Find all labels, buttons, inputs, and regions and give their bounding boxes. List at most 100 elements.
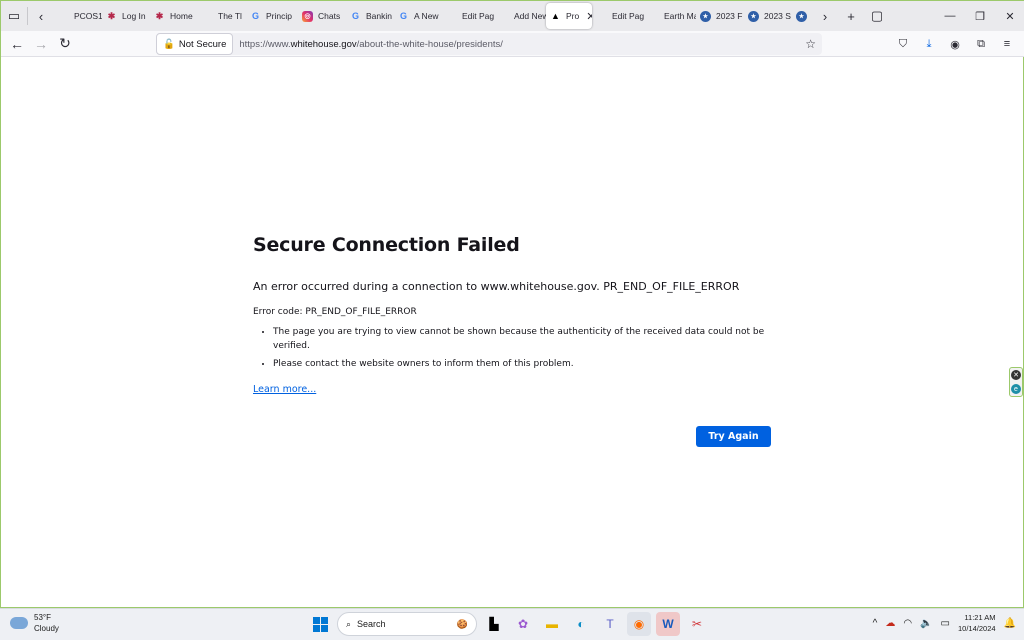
star-logo-icon: ✱ — [155, 10, 164, 21]
tab[interactable]: ◎ Chats — [298, 3, 346, 29]
warning-icon: ▲ — [551, 11, 560, 21]
tab-active[interactable]: ▲ Pro ✕ — [546, 3, 592, 29]
url-bar[interactable]: 🔓 Not Secure https://www.whitehouse.gov/… — [156, 33, 822, 55]
tab-label: Earth Mar — [664, 11, 696, 21]
tab[interactable]: The Tl — [198, 3, 246, 29]
tab-label: 2023 F — [716, 11, 743, 21]
tab[interactable]: ★ 2023 S — [744, 3, 792, 29]
google-icon: G — [351, 11, 359, 21]
word-icon[interactable]: W — [656, 612, 680, 636]
clock-date: 10/14/2024 — [958, 624, 996, 633]
tab-label: Add New — [514, 11, 546, 21]
tab[interactable]: ★ 2023 F — [696, 3, 744, 29]
downloads-icon[interactable]: ⤓ — [917, 32, 941, 56]
weather-temp: 53°F — [34, 613, 51, 622]
close-window-icon[interactable]: ✕ — [995, 1, 1024, 31]
restore-icon[interactable]: ❐ — [965, 1, 995, 31]
new-tab-icon[interactable]: + — [838, 1, 864, 31]
start-button[interactable] — [308, 612, 332, 636]
security-label: Not Secure — [178, 38, 227, 50]
tab[interactable]: Edit Page — [442, 3, 494, 29]
edge-icon[interactable]: ◐ — [569, 612, 593, 636]
blank-icon — [446, 11, 457, 22]
seal-icon: ★ — [700, 10, 711, 22]
reload-icon[interactable]: ↻ — [53, 32, 77, 56]
taskbar-search[interactable]: ⌕ Search 🍪 — [337, 612, 477, 636]
tab-list: PCOS1 ✱ Log In ✱ Home The Tl G Princip ◎ Chats G Ba… — [54, 1, 812, 31]
error-code: Error code: PR_END_OF_FILE_ERROR — [253, 307, 417, 317]
tab-label: Edit Page — [612, 11, 644, 21]
learn-more-link[interactable]: Learn more... — [253, 384, 316, 395]
snipping-tool-icon[interactable]: ✂ — [685, 612, 709, 636]
bookmark-star-icon[interactable]: ☆ — [805, 37, 816, 51]
tab[interactable]: PCOS1 — [54, 3, 102, 29]
error-lead: An error occurred during a connection to… — [253, 280, 740, 293]
url-host: whitehouse.gov — [290, 38, 357, 50]
tab[interactable]: G Princip — [246, 3, 298, 29]
tab[interactable]: ✱ Home — [150, 3, 198, 29]
url-prefix: https://www. — [239, 38, 291, 50]
copilot-icon[interactable]: ✿ — [511, 612, 535, 636]
wifi-icon[interactable]: ◠ — [903, 618, 912, 629]
search-icon: ⌕ — [346, 618, 352, 629]
insecure-lock-icon: 🔓 — [163, 38, 175, 50]
system-tray: ^ ☁ ◠ 🔈 ▭ 11:21 AM 10/14/2024 🔔 — [873, 612, 1016, 634]
blank-icon — [596, 11, 607, 22]
tab[interactable]: Earth Mar — [644, 3, 696, 29]
blank-icon — [58, 11, 69, 22]
onedrive-icon[interactable]: ☁ — [885, 618, 895, 629]
tab-label: PCOS1 — [74, 11, 102, 21]
tab[interactable]: G Bankin — [346, 3, 394, 29]
task-view-icon[interactable]: ▙ — [482, 612, 506, 636]
list-all-tabs-icon[interactable]: ▢ — [864, 1, 890, 31]
tab-overview-icon[interactable]: ▭ — [1, 1, 27, 31]
tab[interactable]: Add New — [494, 3, 546, 29]
extensions-icon[interactable]: ⧉ — [969, 32, 993, 56]
tab[interactable]: ✱ Log In — [102, 3, 150, 29]
instagram-icon: ◎ — [302, 10, 313, 22]
taskbar: 53°F Cloudy ⌕ Search 🍪 ▙ ✿ ▬ ◐ T ◉ W ✂ ^… — [0, 608, 1024, 640]
account-icon[interactable]: ◉ — [943, 32, 967, 56]
security-indicator[interactable]: 🔓 Not Secure — [156, 33, 234, 55]
search-label: Search — [357, 619, 386, 629]
tab-strip: ▭ ‹ PCOS1 ✱ Log In ✱ Home The Tl G Princip ◎ Chat… — [1, 1, 1024, 31]
blank-icon — [202, 11, 213, 22]
tab[interactable]: G A New — [394, 3, 442, 29]
error-title: Secure Connection Failed — [253, 234, 520, 256]
google-icon: G — [399, 11, 407, 21]
close-widget-icon[interactable]: ✕ — [1011, 370, 1021, 380]
battery-icon[interactable]: ▭ — [941, 618, 950, 629]
tab[interactable]: ★ — [792, 3, 812, 29]
tab-label: 2023 S — [764, 11, 791, 21]
scroll-tabs-right-icon[interactable]: › — [812, 1, 838, 31]
tab-label: Chats — [318, 11, 341, 21]
browser-window: ▭ ‹ PCOS1 ✱ Log In ✱ Home The Tl G Princip ◎ Chat… — [0, 0, 1024, 608]
try-again-button[interactable]: Try Again — [696, 426, 771, 447]
url-path: /about-the-white-house/presidents/ — [356, 38, 503, 50]
weather-widget[interactable]: 53°F Cloudy — [10, 612, 59, 634]
menu-icon[interactable]: ≡ — [995, 32, 1019, 56]
minimize-icon[interactable]: — — [935, 1, 965, 31]
blank-icon — [648, 11, 659, 22]
teams-icon[interactable]: T — [598, 612, 622, 636]
google-icon: G — [251, 11, 259, 21]
extension-e-icon[interactable]: e — [1011, 384, 1021, 394]
list-item: Please contact the website owners to inf… — [273, 357, 773, 371]
forward-icon[interactable]: → — [29, 32, 53, 56]
tab-label: The Tl — [218, 11, 242, 21]
tab[interactable]: Edit Page — [592, 3, 644, 29]
weather-desc: Cloudy — [34, 624, 59, 633]
url-text[interactable]: https://www.whitehouse.gov/about-the-whi… — [239, 39, 503, 50]
notification-bell-icon[interactable]: 🔔 — [1004, 618, 1016, 629]
pocket-icon[interactable]: ⛉ — [891, 32, 915, 56]
scroll-tabs-left-icon[interactable]: ‹ — [28, 1, 54, 31]
error-bullet-list: The page you are trying to view cannot b… — [273, 325, 773, 371]
volume-icon[interactable]: 🔈 — [920, 618, 932, 629]
file-explorer-icon[interactable]: ▬ — [540, 612, 564, 636]
clock[interactable]: 11:21 AM 10/14/2024 — [958, 612, 996, 634]
list-item: The page you are trying to view cannot b… — [273, 325, 773, 353]
back-icon[interactable]: ← — [5, 32, 29, 56]
firefox-icon[interactable]: ◉ — [627, 612, 651, 636]
show-hidden-icons-icon[interactable]: ^ — [873, 618, 878, 629]
tab-label: A New — [414, 11, 439, 21]
